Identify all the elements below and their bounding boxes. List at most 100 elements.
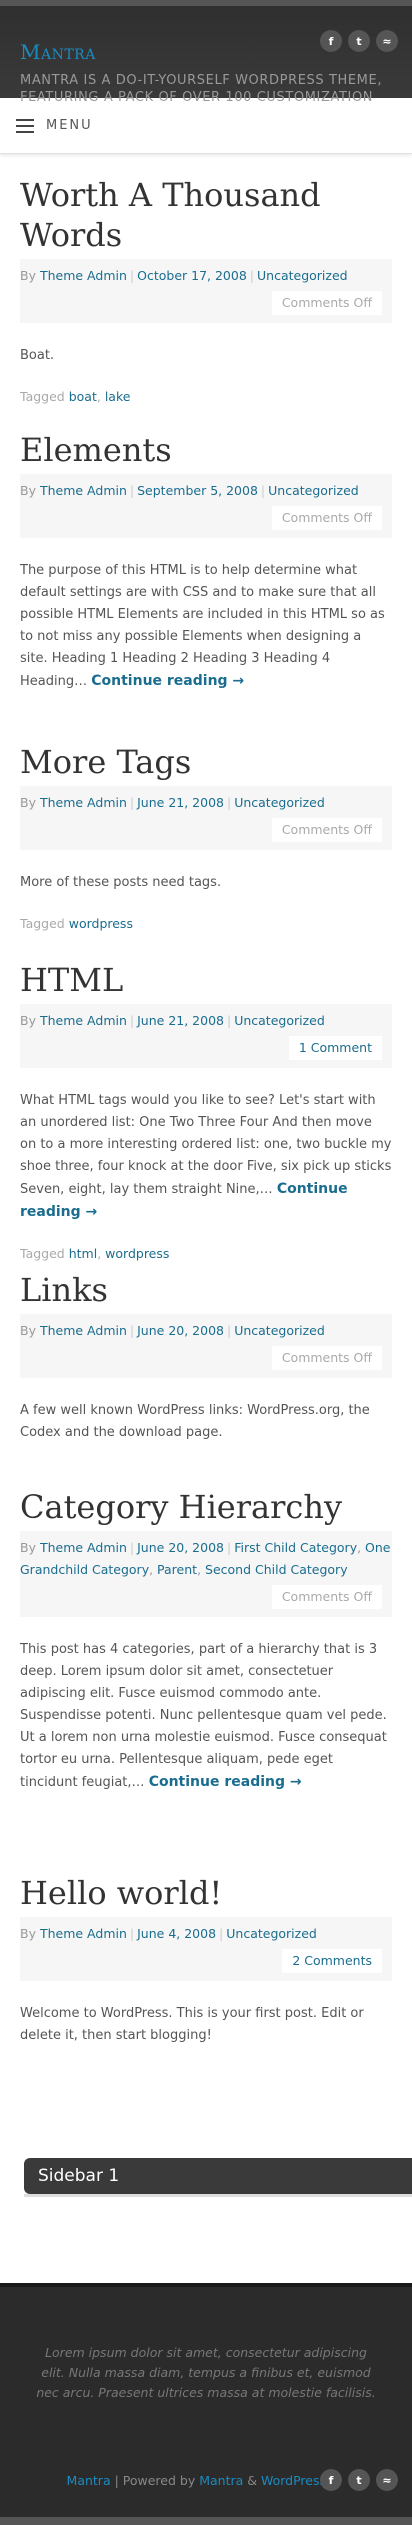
tag-link[interactable]: wordpress	[105, 1246, 169, 1261]
category-link[interactable]: First Child Category	[234, 1540, 357, 1555]
footer-theme-link[interactable]: Mantra	[199, 2473, 243, 2488]
category-link[interactable]: Uncategorized	[234, 1323, 325, 1338]
post-title[interactable]: Hello world!	[20, 1873, 392, 1913]
date-link[interactable]: June 20, 2008	[137, 1540, 224, 1555]
tagged-label: Tagged	[20, 1246, 65, 1261]
post-excerpt: Boat.	[20, 345, 392, 367]
post-excerpt: This post has 4 categories, part of a hi…	[20, 1639, 392, 1794]
post-item: Links By Theme Admin | June 20, 2008 | Uncate…	[20, 1270, 392, 1444]
post-meta: By Theme Admin | June 20, 2008 | First Child…	[20, 1531, 392, 1581]
sidebar-divider	[24, 2194, 412, 2197]
comments-link: Comments Off	[271, 291, 382, 315]
post-tags: Tagged boat, lake	[20, 389, 131, 404]
category-link[interactable]: Second Child Category	[205, 1562, 348, 1577]
date-link[interactable]: June 21, 2008	[137, 1013, 224, 1028]
post-meta: By Theme Admin | June 20, 2008 | Uncategoriz…	[20, 1314, 392, 1342]
footer-and-label: &	[243, 2473, 261, 2488]
author-link[interactable]: Theme Admin	[40, 1926, 127, 1941]
post-title[interactable]: Category Hierarchy	[20, 1487, 392, 1527]
tagged-label: Tagged	[20, 916, 65, 931]
post-item: Elements By Theme Admin | September 5, 2008…	[20, 430, 392, 693]
post-title[interactable]: Links	[20, 1270, 392, 1310]
meta-by-label: By	[20, 1540, 36, 1555]
post-tags: Tagged wordpress	[20, 916, 392, 931]
meta-separator: |	[129, 268, 135, 283]
author-link[interactable]: Theme Admin	[40, 1323, 127, 1338]
footer-site-link[interactable]: Mantra	[67, 2473, 111, 2488]
comments-row: 2 Comments	[20, 1945, 392, 1981]
category-link[interactable]: Uncategorized	[226, 1926, 317, 1941]
comments-row: Comments Off	[20, 814, 392, 850]
category-link[interactable]: Uncategorized	[234, 1013, 325, 1028]
excerpt-text: Boat.	[20, 348, 55, 363]
post-tags: Tagged html, wordpress	[20, 1246, 170, 1261]
post-item: More Tags By Theme Admin | June 21, 2008 | Un…	[20, 742, 392, 931]
twitter-icon[interactable]: t	[348, 2469, 370, 2491]
site-footer: Lorem ipsum dolor sit amet, consectetur …	[0, 2283, 412, 2525]
post-meta: By Theme Admin | October 17, 2008 | Uncatego…	[20, 259, 392, 287]
continue-reading-link[interactable]: Continue reading →	[149, 1774, 302, 1790]
date-link[interactable]: June 21, 2008	[137, 795, 224, 810]
meta-separator: |	[129, 1323, 135, 1338]
meta-separator: |	[226, 795, 232, 810]
facebook-icon[interactable]: f	[320, 2469, 342, 2491]
excerpt-text: More of these posts need tags.	[20, 875, 222, 890]
twitter-icon[interactable]: t	[348, 30, 370, 52]
tagged-label: Tagged	[20, 389, 65, 404]
excerpt-text: This post has 4 categories, part of a hi…	[20, 1642, 387, 1790]
author-link[interactable]: Theme Admin	[40, 1013, 127, 1028]
author-link[interactable]: Theme Admin	[40, 1540, 127, 1555]
excerpt-text: A few well known WordPress links: WordPr…	[20, 1403, 370, 1440]
menu-bar[interactable]: MENU	[0, 98, 412, 154]
tag-link[interactable]: boat	[69, 389, 97, 404]
facebook-icon[interactable]: f	[320, 30, 342, 52]
meta-separator: |	[129, 483, 135, 498]
post-item: Category Hierarchy By Theme Admin | June 20…	[20, 1487, 392, 1794]
date-link[interactable]: October 17, 2008	[137, 268, 247, 283]
post-meta: By Theme Admin | June 4, 2008 | Uncategorize…	[20, 1917, 392, 1945]
comments-row: Comments Off	[20, 1581, 392, 1617]
meta-by-label: By	[20, 795, 36, 810]
post-item: Hello world! By Theme Admin | June 4, 2008 |…	[20, 1873, 392, 2047]
category-link[interactable]: Uncategorized	[234, 795, 325, 810]
category-link[interactable]: Uncategorized	[257, 268, 348, 283]
site-header: Mantra Mantra is a do-it-yourself WordPr…	[0, 0, 412, 105]
date-link[interactable]: September 5, 2008	[137, 483, 258, 498]
tag-link[interactable]: lake	[105, 389, 131, 404]
excerpt-text: The purpose of this HTML is to help dete…	[20, 563, 385, 689]
meta-by-label: By	[20, 1013, 36, 1028]
rss-icon[interactable]: ≈	[376, 30, 398, 52]
post-title[interactable]: Elements	[20, 430, 392, 470]
post-excerpt: Welcome to WordPress. This is your first…	[20, 2003, 392, 2047]
meta-by-label: By	[20, 268, 36, 283]
date-link[interactable]: June 4, 2008	[137, 1926, 216, 1941]
header-social: f t ≈	[320, 30, 398, 52]
category-link[interactable]: Parent	[157, 1562, 197, 1577]
author-link[interactable]: Theme Admin	[40, 268, 127, 283]
excerpt-text: Welcome to WordPress. This is your first…	[20, 2006, 364, 2043]
author-link[interactable]: Theme Admin	[40, 483, 127, 498]
post-item: Worth A Thousand Words By Theme Admin | Oct…	[20, 175, 392, 404]
post-title[interactable]: More Tags	[20, 742, 392, 782]
post-title[interactable]: Worth A Thousand Words	[20, 175, 392, 255]
date-link[interactable]: June 20, 2008	[137, 1323, 224, 1338]
post-meta: By Theme Admin | June 21, 2008 | Uncategoriz…	[20, 786, 392, 814]
post-excerpt: A few well known WordPress links: WordPr…	[20, 1400, 392, 1444]
tag-link[interactable]: html	[69, 1246, 97, 1261]
footer-bottom-bar	[0, 2517, 412, 2525]
meta-separator: |	[260, 483, 266, 498]
hamburger-icon[interactable]	[16, 118, 34, 133]
comments-link[interactable]: 1 Comment	[288, 1036, 382, 1060]
comments-row: Comments Off	[20, 287, 392, 323]
post-title[interactable]: HTML	[20, 960, 392, 1000]
meta-separator: |	[219, 1926, 224, 1941]
category-link[interactable]: Uncategorized	[268, 483, 359, 498]
comments-row: Comments Off	[20, 502, 392, 538]
site-description: Mantra is a do-it-yourself WordPress the…	[20, 73, 383, 105]
tag-link[interactable]: wordpress	[69, 916, 133, 931]
author-link[interactable]: Theme Admin	[40, 795, 127, 810]
menu-label[interactable]: MENU	[46, 118, 93, 133]
continue-reading-link[interactable]: Continue reading →	[91, 673, 244, 689]
comments-link[interactable]: 2 Comments	[282, 1949, 382, 1973]
rss-icon[interactable]: ≈	[376, 2469, 398, 2491]
